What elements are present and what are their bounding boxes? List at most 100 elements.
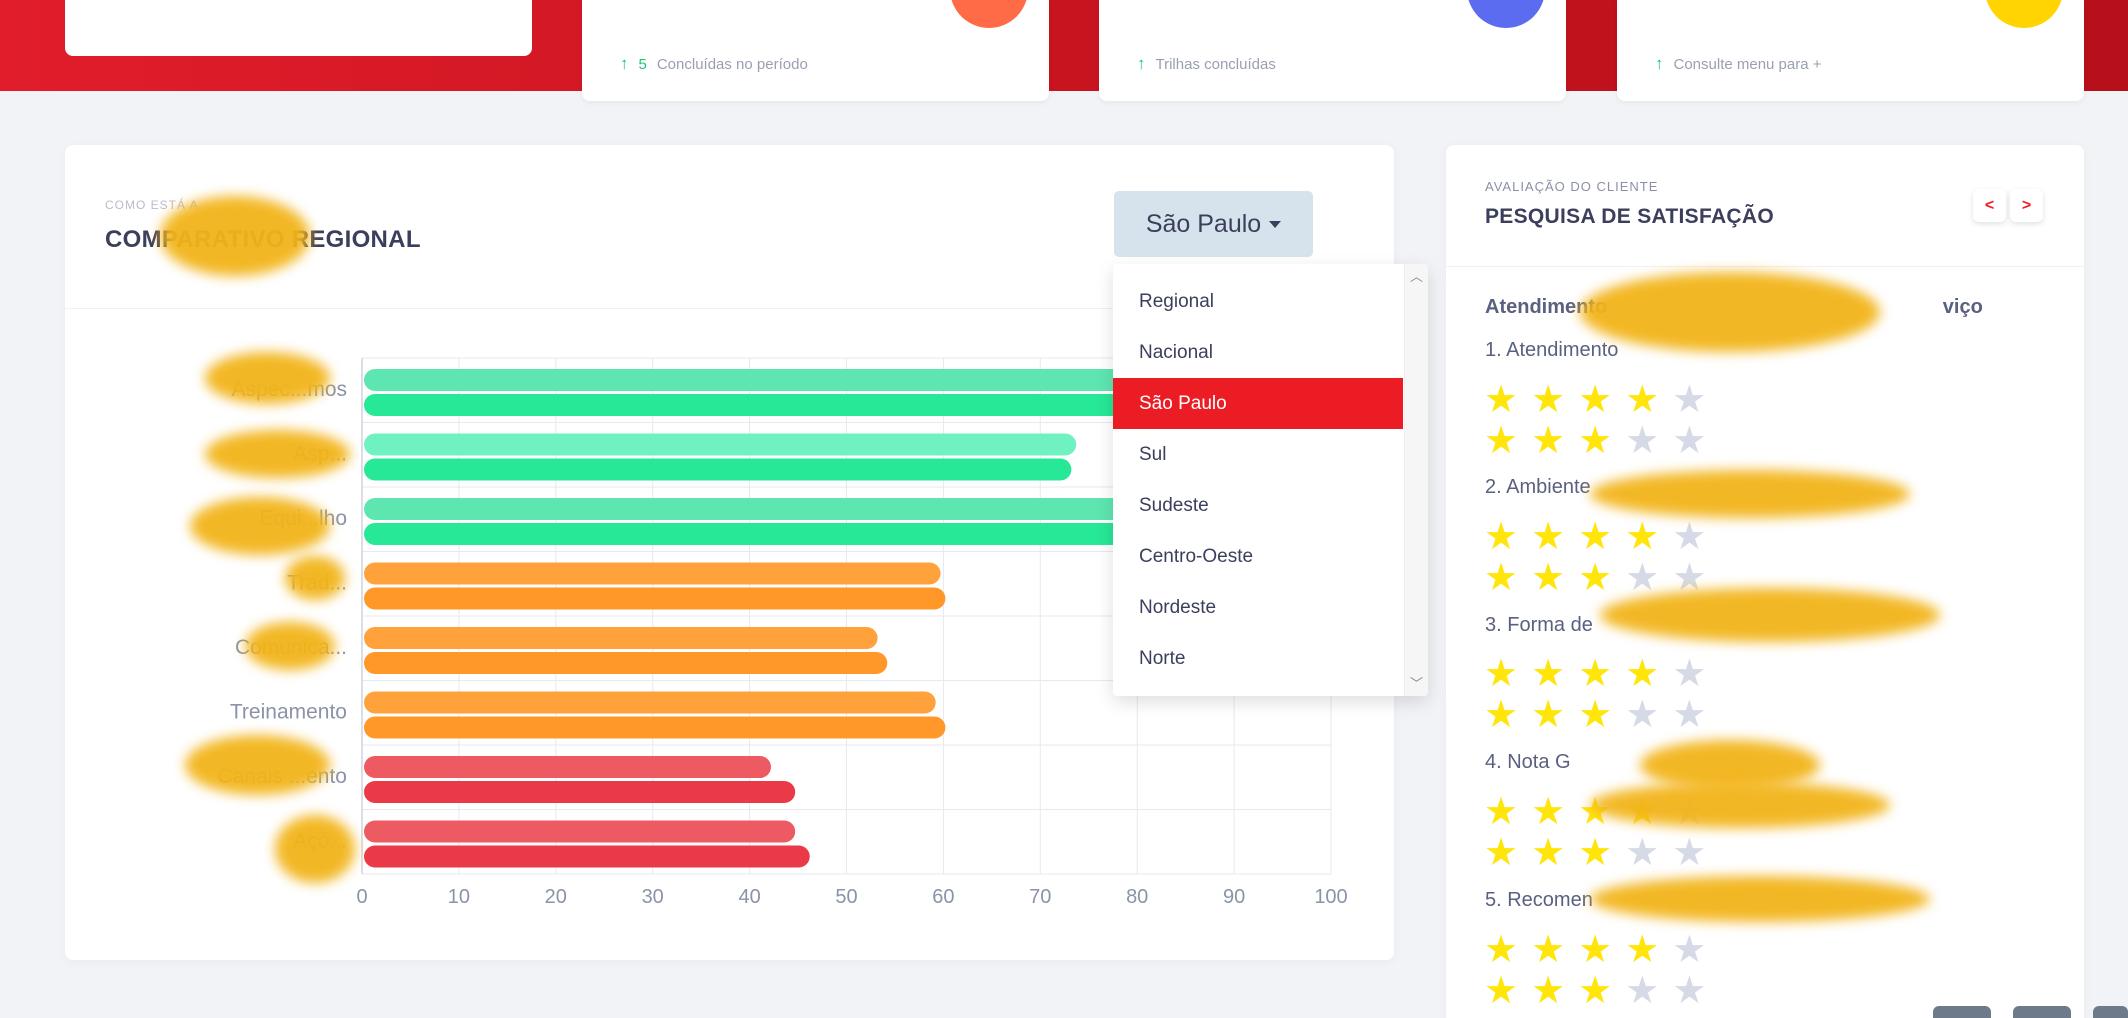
- divider: [1446, 266, 2084, 267]
- float-button[interactable]: [1933, 1006, 1991, 1018]
- stat-icon: [1467, 0, 1545, 28]
- star-filled-icon: ★: [1578, 694, 1613, 736]
- card-kicker: AVALIAÇÃO DO CLIENTE: [1485, 179, 1659, 194]
- star-filled-icon: ★: [1531, 557, 1566, 599]
- dropdown-item-nacional[interactable]: Nacional: [1113, 327, 1403, 378]
- star-filled-icon: ★: [1531, 832, 1566, 874]
- bar-2[interactable]: [364, 652, 888, 674]
- bar-2[interactable]: [364, 394, 1188, 416]
- dropdown-item-sudeste[interactable]: Sudeste: [1113, 480, 1403, 531]
- dropdown-item-norte[interactable]: Norte: [1113, 633, 1403, 684]
- star-filled-icon: ★: [1578, 929, 1613, 971]
- stat-card-concluidas: ↑ 5 Concluídas no período: [582, 0, 1049, 101]
- bar-1[interactable]: [364, 691, 936, 714]
- rating-stars: ★ ★ ★ ★ ★: [1484, 971, 1706, 1011]
- scroll-up-icon[interactable]: ︿: [1410, 266, 1423, 285]
- dropdown-scrollbar[interactable]: ︿ ﹀: [1404, 264, 1428, 696]
- star-filled-icon: ★: [1484, 557, 1519, 599]
- star-filled-icon: ★: [1484, 379, 1519, 421]
- x-tick-label: 40: [738, 886, 760, 908]
- star-filled-icon: ★: [1531, 791, 1566, 833]
- x-tick-label: 0: [356, 886, 367, 908]
- star-filled-icon: ★: [1484, 832, 1519, 874]
- star-filled-icon: ★: [1531, 653, 1566, 695]
- stat-icon: [1985, 0, 2063, 28]
- scroll-down-icon[interactable]: ﹀: [1410, 673, 1423, 692]
- star-filled-icon: ★: [1578, 653, 1613, 695]
- caret-down-icon: [1269, 220, 1282, 228]
- redaction-blob: [185, 735, 330, 795]
- redaction-blob: [275, 815, 355, 883]
- bar-1[interactable]: [364, 627, 878, 649]
- stat-label: Trilhas concluídas: [1155, 55, 1276, 73]
- star-filled-icon: ★: [1578, 557, 1613, 599]
- star-filled-icon: ★: [1578, 420, 1613, 462]
- arrow-up-icon: ↑: [1655, 54, 1664, 73]
- float-button[interactable]: [2013, 1006, 2071, 1018]
- next-button[interactable]: >: [2010, 189, 2043, 222]
- redaction-blob: [1580, 272, 1880, 352]
- dropdown-item-sul[interactable]: Sul: [1113, 429, 1403, 480]
- redaction-blob: [1590, 470, 1910, 518]
- redaction-blob: [285, 556, 345, 600]
- rating-stars: ★ ★ ★ ★ ★: [1484, 380, 1706, 420]
- star-empty-icon: ★: [1672, 516, 1707, 558]
- redaction-blob: [205, 430, 350, 478]
- bar-2[interactable]: [364, 781, 796, 803]
- question-label: 1. Atendimento: [1485, 339, 1619, 361]
- x-tick-label: 80: [1126, 886, 1148, 908]
- redaction-blob: [1600, 588, 1940, 642]
- bar-1[interactable]: [364, 820, 796, 843]
- star-empty-icon: ★: [1672, 929, 1707, 971]
- dropdown-item-nordeste[interactable]: Nordeste: [1113, 582, 1403, 633]
- dropdown-selected-label: São Paulo: [1145, 209, 1262, 238]
- float-button[interactable]: [2093, 1006, 2128, 1018]
- dropdown-item-regional[interactable]: Regional: [1113, 276, 1403, 327]
- stat-card-consulte: ↑ Consulte menu para +: [1617, 0, 2084, 101]
- x-tick-label: 10: [448, 886, 470, 908]
- star-filled-icon: ★: [1484, 791, 1519, 833]
- dropdown-item-sao-paulo[interactable]: São Paulo: [1113, 378, 1403, 429]
- star-filled-icon: ★: [1484, 929, 1519, 971]
- rating-stars: ★ ★ ★ ★ ★: [1484, 695, 1706, 735]
- bar-1[interactable]: [364, 756, 771, 778]
- profile-card: [65, 0, 532, 56]
- bar-1[interactable]: [364, 433, 1077, 456]
- bar-1[interactable]: [364, 498, 1188, 520]
- redaction-blob: [205, 352, 330, 404]
- redaction-blob: [1590, 782, 1890, 828]
- rating-stars: ★ ★ ★ ★ ★: [1484, 930, 1706, 970]
- rating-stars: ★ ★ ★ ★ ★: [1484, 833, 1706, 873]
- x-tick-label: 20: [545, 886, 567, 908]
- dropdown-item-centro-oeste[interactable]: Centro-Oeste: [1113, 531, 1403, 582]
- bar-2[interactable]: [364, 458, 1072, 481]
- rating-stars: ★ ★ ★ ★ ★: [1484, 654, 1706, 694]
- card-title: PESQUISA DE SATISFAÇÃO: [1485, 205, 1774, 228]
- star-empty-icon: ★: [1625, 970, 1660, 1012]
- star-empty-icon: ★: [1625, 832, 1660, 874]
- question-label: 2. Ambiente: [1485, 476, 1591, 498]
- bar-1[interactable]: [364, 562, 941, 585]
- star-filled-icon: ★: [1531, 970, 1566, 1012]
- star-filled-icon: ★: [1531, 420, 1566, 462]
- bar-2[interactable]: [364, 845, 810, 868]
- star-filled-icon: ★: [1625, 516, 1660, 558]
- question-label: 5. Recomen: [1485, 889, 1593, 911]
- bar-2[interactable]: [364, 587, 946, 610]
- prev-button[interactable]: <: [1973, 189, 2006, 222]
- region-dropdown-menu: Regional Nacional São Paulo Sul Sudeste …: [1113, 264, 1428, 696]
- bar-1[interactable]: [364, 369, 1188, 391]
- x-tick-label: 30: [642, 886, 664, 908]
- redaction-blob: [1590, 876, 1930, 922]
- x-tick-label: 50: [835, 886, 857, 908]
- star-filled-icon: ★: [1484, 420, 1519, 462]
- bar-2[interactable]: [364, 523, 1188, 545]
- bar-2[interactable]: [364, 716, 946, 739]
- star-filled-icon: ★: [1484, 970, 1519, 1012]
- region-dropdown-button[interactable]: São Paulo: [1114, 191, 1313, 257]
- star-empty-icon: ★: [1672, 420, 1707, 462]
- redaction-blob: [190, 497, 330, 555]
- star-filled-icon: ★: [1625, 379, 1660, 421]
- star-filled-icon: ★: [1531, 516, 1566, 558]
- y-category-label: Treinamento: [230, 701, 347, 724]
